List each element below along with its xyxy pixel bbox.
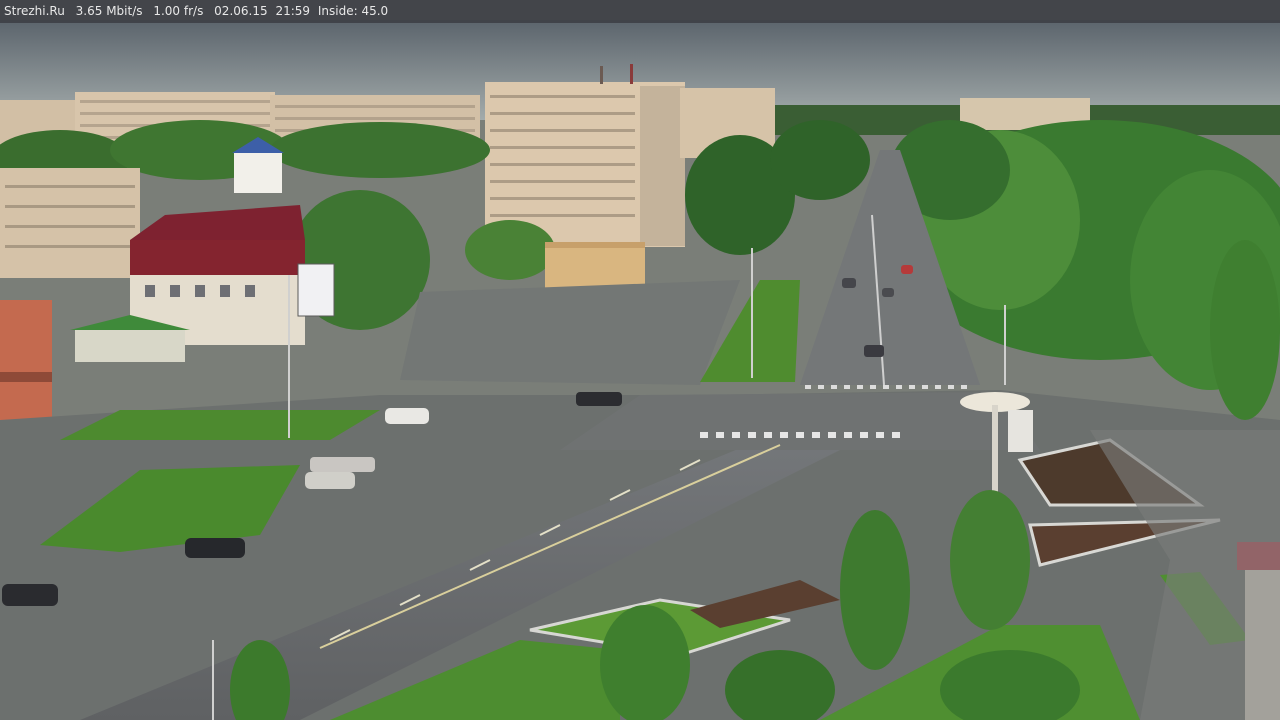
webcam-view: Strezhi.Ru 3.65 Mbit/s 1.00 fr/s 02.06.1… xyxy=(0,0,1280,720)
camera-status-overlay: Strezhi.Ru 3.65 Mbit/s 1.00 fr/s 02.06.1… xyxy=(0,0,1280,23)
time-label: 21:59 xyxy=(275,4,311,18)
crosswalk-far xyxy=(805,385,967,389)
inside-temp-label: Inside: 45.0 xyxy=(317,4,389,18)
framerate-label: 1.00 fr/s xyxy=(153,4,204,18)
date-label: 02.06.15 xyxy=(214,4,268,18)
billboard xyxy=(297,263,335,317)
building-left-five-storey xyxy=(0,168,140,278)
site-label: Strezhi.Ru xyxy=(4,4,65,18)
plaza xyxy=(400,280,740,385)
orange-building xyxy=(0,300,52,420)
street-camera-image xyxy=(0,20,1280,720)
bitrate-label: 3.65 Mbit/s xyxy=(75,4,143,18)
